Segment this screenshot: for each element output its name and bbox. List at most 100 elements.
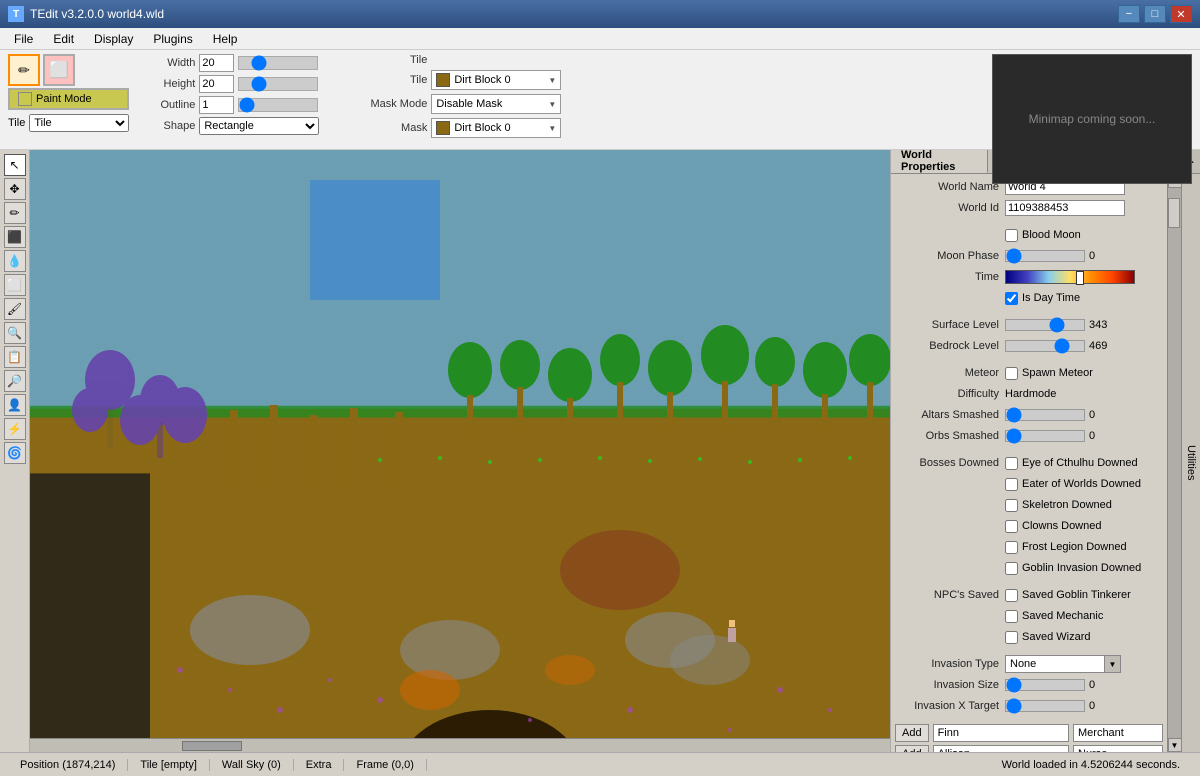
eye-of-cthulhu-label[interactable]: Eye of Cthulhu Downed [1005,457,1138,470]
frost-legion-checkbox[interactable] [1005,541,1018,554]
position-value: (1874,214) [62,759,115,771]
eraser-tool-button[interactable]: ⬜ [43,54,75,86]
outline-slider[interactable] [238,98,318,112]
minimap: Minimap coming soon... [992,54,1192,184]
orbs-smashed-slider[interactable] [1005,430,1085,442]
tile-selector[interactable]: Dirt Block 0 ▼ [431,70,561,90]
menu-display[interactable]: Display [84,30,143,48]
left-tools: ↖ ✥ ✏ ⬛ 💧 ⬜ 🖌 🔍 📋 🔎 👤 ⚡ 🌀 [0,150,30,752]
scroll-down-button[interactable]: ▼ [1168,738,1182,752]
minimize-button[interactable]: − [1118,5,1140,23]
height-input[interactable] [199,75,234,93]
meteor-label: Meteor [895,367,1005,379]
invasion-type-value[interactable]: None [1005,655,1105,673]
paste-tool[interactable]: 📋 [4,346,26,368]
altars-smashed-slider[interactable] [1005,409,1085,421]
paint-mode-button[interactable]: Paint Mode [8,88,129,110]
scroll-track[interactable] [1168,188,1181,738]
npc-add-button-0[interactable]: Add [895,724,929,742]
utilities-tab[interactable]: Utilities [1181,174,1200,752]
skeletron-checkbox[interactable] [1005,499,1018,512]
mask-selector[interactable]: Dirt Block 0 ▼ [431,118,561,138]
canvas-horizontal-scrollbar[interactable] [30,738,890,752]
clowns-downed-checkbox[interactable] [1005,520,1018,533]
find-tool[interactable]: 🔎 [4,370,26,392]
world-id-input[interactable] [1005,200,1125,216]
mask-mode-selector[interactable]: Disable Mask ▼ [431,94,561,114]
skeletron-label[interactable]: Skeletron Downed [1005,499,1112,512]
width-slider[interactable] [238,56,318,70]
saved-wizard-label[interactable]: Saved Wizard [1005,631,1090,644]
blood-moon-row: Blood Moon [895,226,1163,244]
world-view[interactable] [30,150,890,738]
menu-file[interactable]: File [4,30,43,48]
spawn-meteor-checkbox[interactable] [1005,367,1018,380]
goblin-invasion-checkbox[interactable] [1005,562,1018,575]
is-day-time-label[interactable]: Is Day Time [1005,292,1080,305]
saved-mechanic-label[interactable]: Saved Mechanic [1005,610,1103,623]
tile-dropdown-arrow[interactable]: ▼ [548,76,556,85]
eyedropper-tool[interactable]: 💧 [4,250,26,272]
moon-phase-row: Moon Phase 0 [895,247,1163,265]
difficulty-label: Difficulty [895,388,1005,400]
menu-plugins[interactable]: Plugins [143,30,202,48]
saved-goblin-tinkerer-checkbox[interactable] [1005,589,1018,602]
saved-mechanic-row: Saved Mechanic [895,607,1163,625]
moon-phase-slider[interactable] [1005,250,1085,262]
hscroll-thumb[interactable] [182,741,242,751]
bedrock-level-row: Bedrock Level 469 [895,337,1163,355]
maximize-button[interactable]: □ [1144,5,1166,23]
spawn-meteor-label[interactable]: Spawn Meteor [1005,367,1093,380]
npc-add-button-1[interactable]: Add [895,745,929,752]
eye-of-cthulhu-checkbox[interactable] [1005,457,1018,470]
surface-level-slider[interactable] [1005,319,1085,331]
fill-tool[interactable]: ⬛ [4,226,26,248]
eater-of-worlds-checkbox[interactable] [1005,478,1018,491]
npc-tool[interactable]: 👤 [4,394,26,416]
menu-edit[interactable]: Edit [43,30,84,48]
right-panel-scrollbar[interactable]: ▲ ▼ [1167,174,1181,752]
invasion-type-arrow[interactable]: ▼ [1105,655,1121,673]
clowns-downed-label[interactable]: Clowns Downed [1005,520,1101,533]
outline-input[interactable] [199,96,234,114]
wire-tool[interactable]: ⚡ [4,418,26,440]
frost-legion-label[interactable]: Frost Legion Downed [1005,541,1127,554]
invasion-size-slider[interactable] [1005,679,1085,691]
menu-help[interactable]: Help [203,30,248,48]
move-tool[interactable]: ✥ [4,178,26,200]
time-slider-track[interactable] [1005,270,1135,284]
mask-dropdown-arrow[interactable]: ▼ [548,124,556,133]
time-slider-thumb[interactable] [1076,271,1084,285]
saved-goblin-tinkerer-label[interactable]: Saved Goblin Tinkerer [1005,589,1131,602]
tile-type-select[interactable]: Tile Wall [29,114,129,132]
tab-world-properties[interactable]: World Properties [891,150,988,173]
scroll-thumb[interactable] [1168,198,1180,228]
saved-wizard-checkbox[interactable] [1005,631,1018,644]
pencil-tool-button[interactable]: ✏ [8,54,40,86]
width-input[interactable] [199,54,234,72]
wall-value: Sky (0) [246,759,281,771]
blood-moon-checkbox[interactable] [1005,229,1018,242]
eraser-tool[interactable]: ⬜ [4,274,26,296]
saved-mechanic-checkbox[interactable] [1005,610,1018,623]
bedrock-level-slider[interactable] [1005,340,1085,352]
zoom-in-tool[interactable]: 🔍 [4,322,26,344]
eater-of-worlds-label[interactable]: Eater of Worlds Downed [1005,478,1141,491]
shape-label: Shape [145,120,195,132]
brush-tool[interactable]: 🖌 [4,298,26,320]
shape-select[interactable]: Rectangle Circle [199,117,319,135]
height-slider[interactable] [238,77,318,91]
surface-level-value: 343 [1089,319,1107,331]
pencil-tool[interactable]: ✏ [4,202,26,224]
blood-moon-checkbox-label[interactable]: Blood Moon [1005,229,1081,242]
status-frame: Frame (0,0) [344,759,426,771]
select-tool[interactable]: ↖ [4,154,26,176]
is-day-time-checkbox[interactable] [1005,292,1018,305]
orbs-smashed-row: Orbs Smashed 0 [895,427,1163,445]
mask-mode-arrow[interactable]: ▼ [548,100,556,109]
morph-tool[interactable]: 🌀 [4,442,26,464]
goblin-invasion-label[interactable]: Goblin Invasion Downed [1005,562,1141,575]
canvas-main[interactable] [30,150,890,738]
invasion-x-target-slider[interactable] [1005,700,1085,712]
close-button[interactable]: ✕ [1170,5,1192,23]
